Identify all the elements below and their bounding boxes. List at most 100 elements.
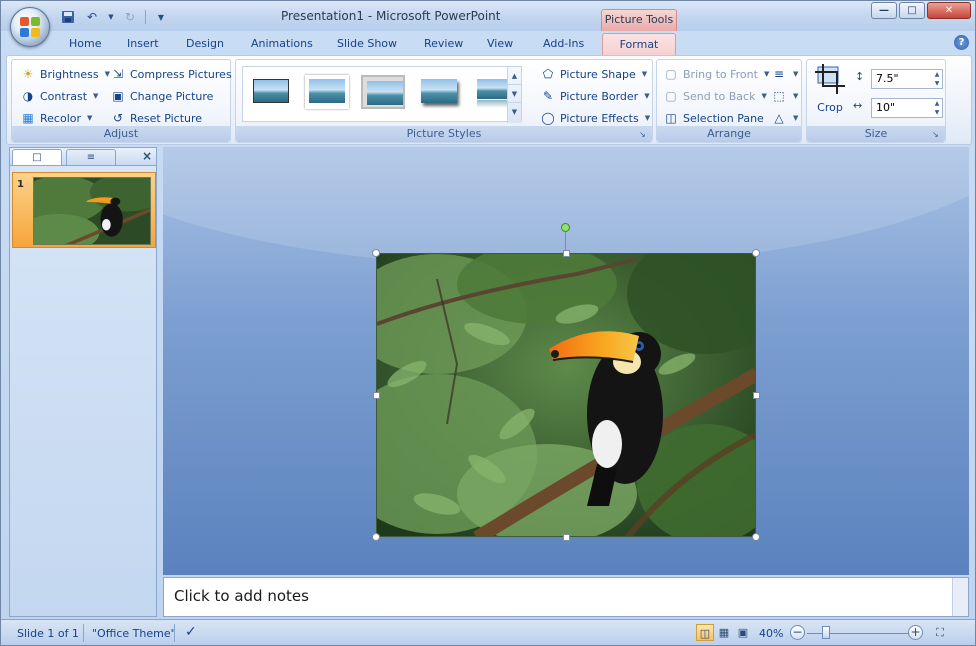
style-thumb-thick[interactable] [361, 75, 405, 109]
undo-icon[interactable]: ↶ [83, 9, 101, 25]
notes-scrollbar[interactable] [952, 578, 968, 616]
chevron-down-icon: ▼ [87, 114, 93, 122]
send-to-back-button[interactable]: ▢ Send to Back ▼ [663, 86, 767, 106]
bring-front-label: Bring to Front [683, 67, 758, 81]
office-button[interactable] [10, 7, 50, 47]
slide-thumbnail-image [33, 177, 151, 245]
tab-insert[interactable]: Insert [117, 33, 169, 55]
close-button[interactable]: ✕ [927, 2, 971, 19]
width-spin-arrows[interactable]: ▲ ▼ [932, 99, 942, 117]
chevron-down-icon: ▼ [793, 70, 799, 78]
style-thumb-simple[interactable] [249, 75, 293, 109]
reset-picture-button[interactable]: ↺ Reset Picture [110, 108, 202, 128]
compress-label: Compress Pictures [130, 67, 232, 81]
zoom-level[interactable]: 40% [759, 627, 783, 640]
gallery-more-icon[interactable]: ▼ [508, 103, 521, 121]
send-back-icon: ▢ [665, 89, 677, 103]
height-value: 7.5" [876, 72, 899, 85]
style-thumb-shadow[interactable] [417, 75, 461, 109]
resize-handle-top-right[interactable] [752, 249, 760, 257]
send-back-label: Send to Back [683, 89, 756, 103]
redo-icon[interactable]: ↻ [121, 9, 139, 25]
selection-pane-button[interactable]: ◫ Selection Pane [663, 108, 763, 128]
tab-review[interactable]: Review [414, 33, 473, 55]
slide-show-view-button[interactable]: ▣ [734, 624, 752, 641]
window-controls: — □ ✕ [871, 2, 971, 19]
width-spinner[interactable]: 10" ▲ ▼ [871, 98, 943, 118]
group-objects-button[interactable]: ⬚ ▼ [771, 86, 798, 106]
pencil-icon: ✎ [542, 89, 554, 103]
tab-view[interactable]: View [477, 33, 523, 55]
notes-pane[interactable]: Click to add notes [163, 577, 969, 617]
recolor-button[interactable]: ▦ Recolor ▼ [20, 108, 92, 128]
tab-outline[interactable]: ≡ [66, 149, 116, 165]
undo-dropdown-icon[interactable]: ▼ [107, 9, 115, 25]
picture-effects-button[interactable]: ◯ Picture Effects ▼ [540, 108, 650, 128]
brightness-button[interactable]: ☀ Brightness ▼ [20, 64, 110, 84]
tab-slides[interactable]: □ [12, 149, 62, 165]
normal-view-button[interactable]: ◫ [696, 624, 714, 641]
align-button[interactable]: ≡ ▼ [771, 64, 798, 84]
slide-sorter-view-button[interactable]: ▦ [715, 624, 733, 641]
resize-handle-left[interactable] [373, 392, 380, 399]
resize-handle-bottom[interactable] [563, 534, 570, 541]
minimize-button[interactable]: — [871, 2, 897, 19]
resize-handle-top[interactable] [563, 250, 570, 257]
group-label-adjust: Adjust [12, 126, 230, 142]
customize-qat-icon[interactable]: ▼ [152, 9, 170, 25]
style-thumb-frame[interactable] [305, 75, 349, 109]
slides-pane: □ ≡ × 1 [9, 147, 157, 617]
compress-pictures-button[interactable]: ⇲ Compress Pictures [110, 64, 232, 84]
spell-check-icon[interactable]: ✓ [185, 624, 197, 640]
chevron-down-icon: ▼ [644, 92, 650, 100]
chevron-down-icon: ▼ [93, 92, 99, 100]
slide-thumbnail-1[interactable]: 1 [12, 172, 156, 248]
resize-handle-bottom-right[interactable] [752, 533, 760, 541]
tab-animations[interactable]: Animations [241, 33, 323, 55]
maximize-button[interactable]: □ [899, 2, 925, 19]
tab-slide-show[interactable]: Slide Show [327, 33, 407, 55]
dialog-launcher-icon[interactable]: ↘ [932, 130, 942, 140]
group-label-size: Size [807, 126, 945, 142]
rotate-button[interactable]: △ ▼ [771, 108, 798, 128]
resize-handle-top-left[interactable] [372, 249, 380, 257]
scroll-up-icon[interactable]: ▲ [508, 67, 521, 85]
tab-add-ins[interactable]: Add-Ins [533, 33, 594, 55]
crop-button[interactable]: Crop [813, 64, 847, 116]
scroll-down-icon[interactable]: ▼ [508, 85, 521, 103]
height-spin-arrows[interactable]: ▲ ▼ [932, 70, 942, 88]
status-separator [83, 624, 84, 642]
selection-pane-icon: ◫ [665, 111, 677, 125]
bring-to-front-button[interactable]: ▢ Bring to Front ▼ [663, 64, 769, 84]
zoom-slider-thumb[interactable] [822, 626, 830, 639]
contrast-button[interactable]: ◑ Contrast ▼ [20, 86, 99, 106]
picture-border-button[interactable]: ✎ Picture Border ▼ [540, 86, 650, 106]
height-spinner[interactable]: 7.5" ▲ ▼ [871, 69, 943, 89]
close-icon[interactable]: × [142, 149, 152, 163]
tab-design[interactable]: Design [176, 33, 234, 55]
help-icon[interactable]: ? [954, 35, 969, 50]
resize-handle-bottom-left[interactable] [372, 533, 380, 541]
toucan-picture[interactable] [376, 253, 756, 537]
theme-status: "Office Theme" [92, 627, 176, 640]
quick-access-toolbar: ↶ ▼ ↻ ▼ [59, 8, 170, 26]
gallery-scrollbar[interactable]: ▲ ▼ ▼ [507, 67, 521, 123]
align-icon: ≡ [773, 67, 785, 81]
zoom-in-button[interactable]: + [908, 625, 923, 640]
picture-shape-button[interactable]: ⬠ Picture Shape ▼ [540, 64, 647, 84]
resize-handle-right[interactable] [753, 392, 760, 399]
slides-tab-icon: □ [32, 152, 42, 163]
dialog-launcher-icon[interactable]: ↘ [639, 130, 649, 140]
change-picture-button[interactable]: ▣ Change Picture [110, 86, 213, 106]
save-icon[interactable] [59, 9, 77, 25]
fit-to-window-icon[interactable]: ⛶ [931, 624, 949, 641]
rotation-handle[interactable] [561, 223, 570, 232]
effects-icon: ◯ [541, 111, 555, 125]
slide-number: 1 [17, 179, 24, 190]
tab-format[interactable]: Format [602, 33, 676, 55]
tab-home[interactable]: Home [59, 33, 111, 55]
slide-count-status: Slide 1 of 1 [17, 627, 79, 640]
picture-tools-context-header: Picture Tools [601, 9, 677, 31]
group-adjust: ☀ Brightness ▼ ◑ Contrast ▼ ▦ Recolor ▼ … [11, 59, 232, 143]
zoom-out-button[interactable]: − [790, 625, 805, 640]
